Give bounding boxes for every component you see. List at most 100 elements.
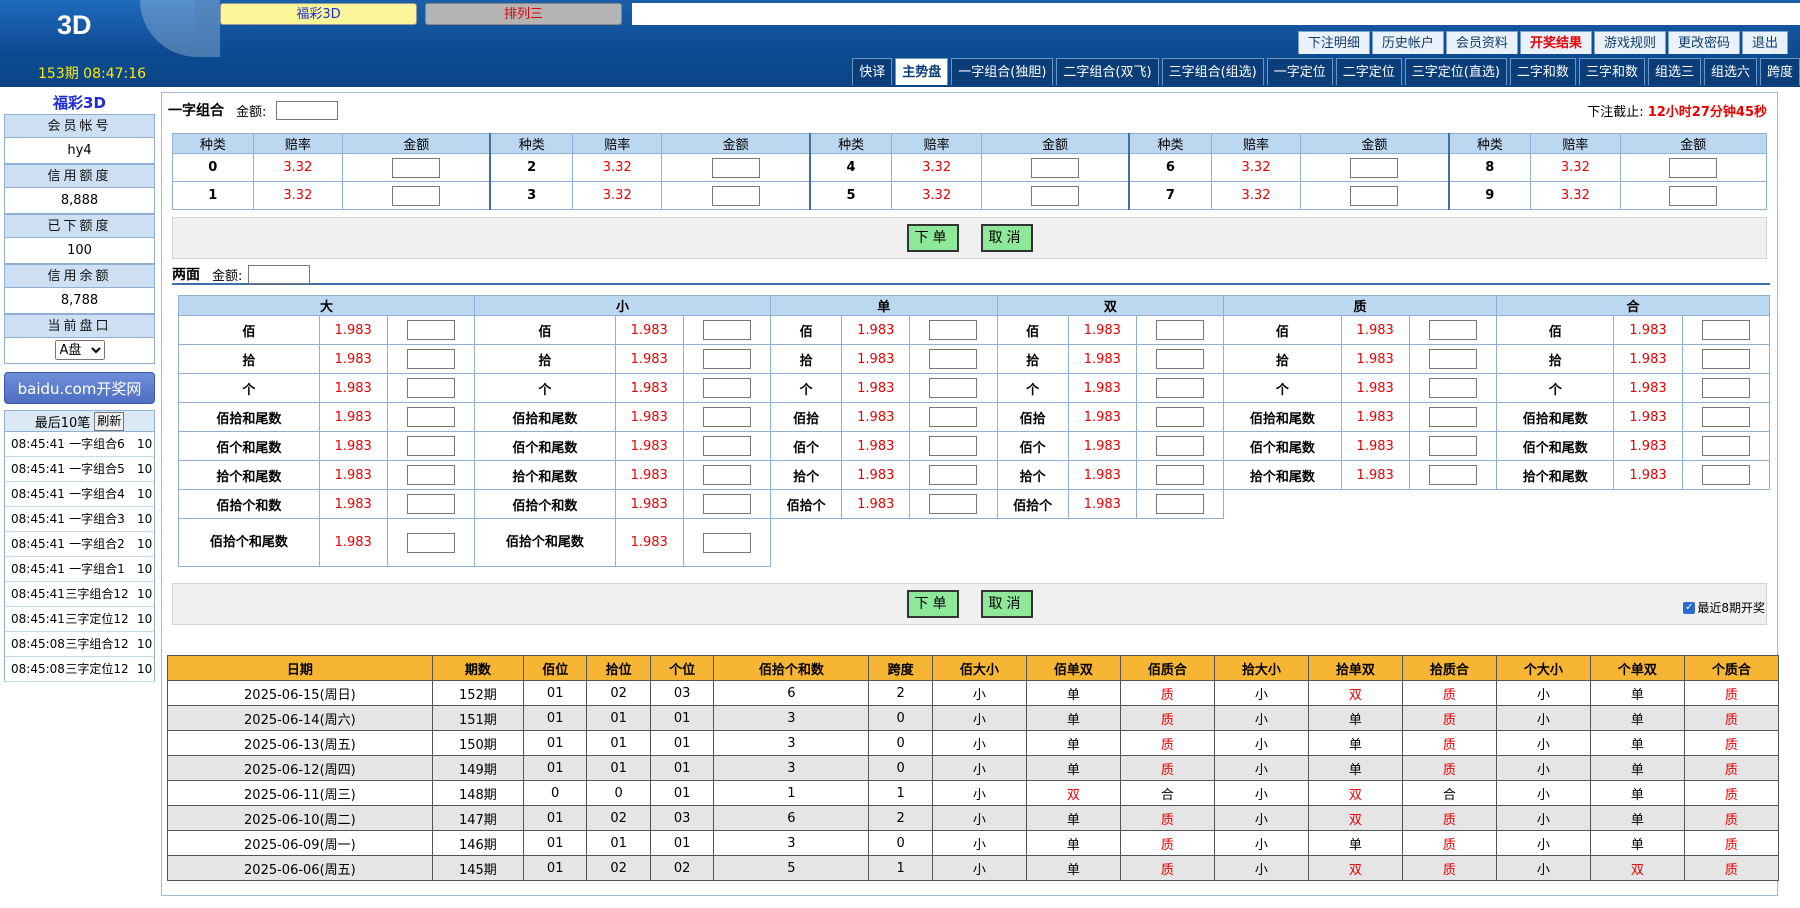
two-sided-amount-input[interactable] [702,407,751,427]
digit-amount-input[interactable] [1030,157,1079,178]
submit-button[interactable]: 下单 [906,224,959,252]
two-sided-amount-input[interactable] [1155,407,1204,427]
two-sided-amount-input[interactable] [1155,378,1204,398]
two-sided-amount-input[interactable] [406,436,455,456]
play-tab[interactable]: 三字组合(组选) [1161,58,1264,85]
top-nav-item[interactable]: 退出 [1741,31,1788,54]
two-sided-amount-input[interactable] [1701,349,1750,369]
group-header: 单 [770,295,998,316]
two-sided-amount-input[interactable] [1155,320,1204,340]
top-nav-item[interactable]: 更改密码 [1667,31,1740,54]
two-sided-amount-input[interactable] [1701,436,1750,456]
odds-cell: 1.983 [1613,431,1683,461]
two-sided-row: 拾个和尾数 1.983 拾个和尾数 1.983 拾个 1.983 拾个 1.983 拾个和尾数 1… [178,460,1771,490]
two-sided-amount-input[interactable] [1155,349,1204,369]
section1-amount-input[interactable] [276,100,339,120]
kaijiang-link-button[interactable]: baidu.com开奖网 [4,372,155,404]
digit-amount-input[interactable] [711,157,760,178]
checkbox-checked-icon[interactable]: ✓ [1683,601,1696,614]
top-nav-item[interactable]: 开奖结果 [1519,31,1592,54]
two-sided-amount-input[interactable] [929,465,978,485]
two-sided-amount-input[interactable] [406,532,455,553]
play-tab[interactable]: 组选三 [1647,58,1701,85]
two-sided-amount-input[interactable] [1155,436,1204,456]
two-sided-amount-input[interactable] [702,378,751,398]
play-tab[interactable]: 二字和数 [1509,58,1576,85]
play-tab[interactable]: 三字定位(直选) [1404,58,1507,85]
play-tab[interactable]: 一字定位 [1266,58,1333,85]
two-sided-amount-input[interactable] [929,407,978,427]
play-tab[interactable]: 快译 [852,58,893,85]
two-sided-amount-input[interactable] [406,494,455,514]
pan-select[interactable]: A盘 [54,340,105,360]
digit-amount-input[interactable] [1350,157,1399,178]
two-sided-amount-input[interactable] [406,407,455,427]
two-sided-amount-input[interactable] [929,349,978,369]
two-sided-amount-input[interactable] [929,494,978,514]
empty-cell [1224,519,1497,567]
two-sided-amount-input[interactable] [406,378,455,398]
section2-amount-input[interactable] [248,264,311,284]
digit-amount-input[interactable] [1669,157,1718,178]
two-sided-amount-input[interactable] [702,320,751,340]
recent8-toggle[interactable]: ✓ 最近8期开奖 [1683,599,1765,616]
play-tab[interactable]: 跨度 [1759,58,1800,85]
cancel-button[interactable]: 取消 [980,224,1033,252]
digit-amount-input[interactable] [711,185,760,206]
history-cell: 小 [931,805,1027,831]
two-sided-amount-input[interactable] [929,436,978,456]
two-sided-amount-input[interactable] [1428,465,1477,485]
two-sided-amount-input[interactable] [929,378,978,398]
digit-amount-input[interactable] [1669,185,1718,206]
two-sided-amount-input[interactable] [702,494,751,514]
two-sided-amount-input[interactable] [406,465,455,485]
lottery-tab-pl3[interactable]: 排列三 [425,3,622,25]
two-sided-amount-input[interactable] [1428,436,1477,456]
refresh-button[interactable]: 刷新 [94,411,125,431]
history-cell: 0 [868,730,933,756]
history-cell: 01 [522,730,588,756]
digit-amount-input[interactable] [1030,185,1079,206]
two-sided-amount-input[interactable] [702,532,751,553]
two-sided-amount-input[interactable] [1701,320,1750,340]
play-tab[interactable]: 组选六 [1703,58,1757,85]
digit-amount-input[interactable] [392,157,441,178]
two-sided-amount-input[interactable] [1428,378,1477,398]
top-nav-item[interactable]: 游戏规则 [1593,31,1666,54]
two-sided-amount-input[interactable] [1428,320,1477,340]
two-sided-amount-input[interactable] [1155,494,1204,514]
two-sided-amount-input[interactable] [1428,407,1477,427]
top-nav-item[interactable]: 下注明细 [1297,31,1370,54]
two-sided-amount-input[interactable] [406,320,455,340]
odds-cell: 1.983 [1067,315,1137,345]
history-cell: 小 [931,680,1027,706]
bet-name-cell: 个 [474,373,616,403]
top-nav-item[interactable]: 会员资料 [1445,31,1518,54]
digit-amount-input[interactable] [392,185,441,206]
two-sided-amount-input[interactable] [1701,378,1750,398]
history-cell: 单 [1025,680,1121,706]
two-sided-amount-input[interactable] [929,320,978,340]
play-tab[interactable]: 一字组合(独胆) [951,58,1054,85]
two-sided-amount-input[interactable] [1155,465,1204,485]
play-tab[interactable]: 主势盘 [895,58,949,85]
submit-button-2[interactable]: 下单 [906,590,959,618]
two-sided-amount-input[interactable] [702,349,751,369]
play-tab[interactable]: 三字和数 [1578,58,1645,85]
amount-cell [682,344,772,374]
play-tab[interactable]: 二字定位 [1335,58,1402,85]
two-sided-amount-input[interactable] [702,465,751,485]
play-tab[interactable]: 二字组合(双飞) [1056,58,1159,85]
two-sided-amount-input[interactable] [1701,465,1750,485]
two-sided-amount-input[interactable] [1701,407,1750,427]
history-cell: 双 [1307,855,1403,881]
lottery-tab-fc3d[interactable]: 福彩3D [220,3,417,25]
history-cell: 01 [522,855,588,881]
odds-cell: 1.983 [614,431,684,461]
two-sided-amount-input[interactable] [406,349,455,369]
digit-amount-input[interactable] [1350,185,1399,206]
two-sided-amount-input[interactable] [1428,349,1477,369]
two-sided-amount-input[interactable] [702,436,751,456]
top-nav-item[interactable]: 历史帐户 [1371,31,1444,54]
cancel-button-2[interactable]: 取消 [980,590,1033,618]
